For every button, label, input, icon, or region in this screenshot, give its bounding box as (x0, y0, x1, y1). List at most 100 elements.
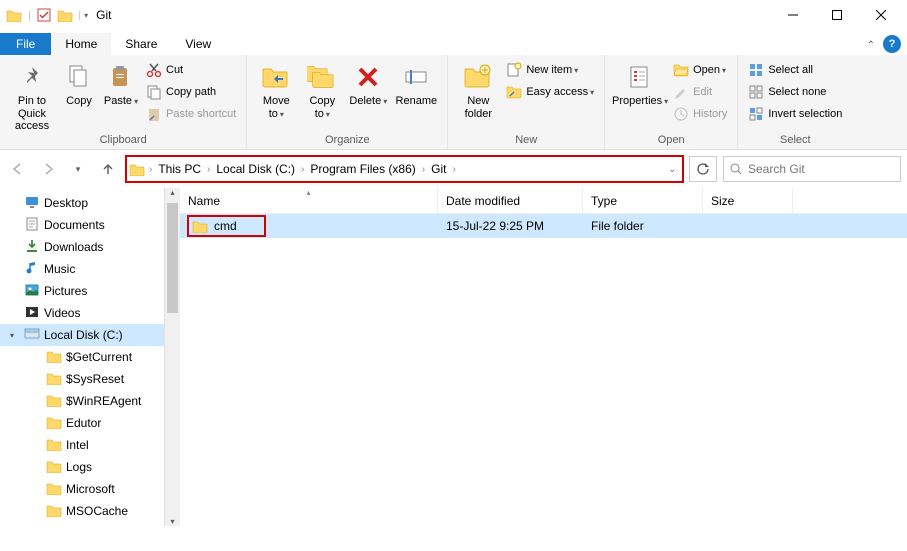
tree-item[interactable]: $GetCurrent (0, 346, 164, 368)
tree-item[interactable]: Desktop (0, 192, 164, 214)
history-button[interactable]: History (669, 103, 731, 125)
new-item-button[interactable]: New item (502, 59, 598, 81)
tree-item[interactable]: Downloads (0, 236, 164, 258)
col-type[interactable]: Type (583, 188, 703, 213)
breadcrumb-sep[interactable]: › (147, 164, 154, 175)
table-row[interactable]: cmd15-Jul-22 9:25 PMFile folder (180, 214, 907, 238)
history-icon (673, 106, 689, 122)
tree-item[interactable]: $SysReset (0, 368, 164, 390)
tree-item-label: Music (44, 262, 75, 276)
tree-item[interactable]: $WinREAgent (0, 390, 164, 412)
nav-forward-button[interactable] (36, 157, 60, 181)
close-button[interactable] (859, 1, 903, 29)
refresh-button[interactable] (689, 156, 717, 182)
maximize-button[interactable] (815, 1, 859, 29)
breadcrumb-sep[interactable]: › (450, 164, 457, 175)
minimize-button[interactable] (771, 1, 815, 29)
nav-up-button[interactable] (96, 157, 120, 181)
copy-path-button[interactable]: Copy path (142, 81, 240, 103)
cell-type: File folder (583, 219, 703, 233)
tree-item-icon (46, 415, 62, 432)
invert-selection-button[interactable]: Invert selection (744, 103, 846, 125)
rename-icon (400, 61, 432, 93)
tree-item-icon (46, 459, 62, 476)
copy-button[interactable]: Copy (58, 57, 100, 108)
tab-share[interactable]: Share (111, 33, 171, 55)
new-folder-button[interactable]: New folder (454, 57, 502, 120)
tab-view[interactable]: View (171, 33, 225, 55)
tree-item[interactable]: Intel (0, 434, 164, 456)
scissors-icon (146, 62, 162, 78)
qat-separator: | (28, 8, 31, 22)
move-to-button[interactable]: Move to (253, 57, 299, 120)
group-label-select: Select (744, 134, 846, 149)
col-size[interactable]: Size (703, 188, 793, 213)
paste-button[interactable]: Paste (100, 57, 142, 108)
breadcrumb-item[interactable]: Local Disk (C:) (212, 157, 299, 181)
cell-name: cmd (214, 219, 237, 233)
tree-item-label: Microsoft (66, 482, 115, 496)
delete-button[interactable]: Delete (345, 57, 391, 108)
copy-to-button[interactable]: Copy to (299, 57, 345, 120)
new-folder-icon (462, 61, 494, 93)
nav-recent-button[interactable]: ▾ (66, 157, 90, 181)
tree-item-icon (46, 393, 62, 410)
search-box[interactable]: Search Git (723, 156, 901, 182)
tree-item[interactable]: ▾Local Disk (C:) (0, 324, 164, 346)
col-name[interactable]: Name (180, 188, 438, 213)
breadcrumb-sep[interactable]: › (299, 164, 306, 175)
nav-back-button[interactable] (6, 157, 30, 181)
qat-folder-icon[interactable] (57, 8, 73, 22)
navigation-tree[interactable]: Desktop Documents Downloads Music Pictures Vi… (0, 188, 164, 526)
easy-access-button[interactable]: Easy access (502, 81, 598, 103)
breadcrumb-item[interactable]: This PC (154, 157, 205, 181)
tree-item-label: Intel (66, 438, 89, 452)
group-label-open: Open (611, 134, 731, 149)
tree-item[interactable]: Pictures (0, 280, 164, 302)
tree-item-icon (24, 304, 40, 323)
col-date[interactable]: Date modified (438, 188, 583, 213)
collapse-ribbon[interactable]: ⌃ (859, 36, 883, 55)
breadcrumb-dropdown[interactable]: ⌄ (662, 164, 682, 175)
rename-button[interactable]: Rename (391, 57, 441, 108)
tree-item-icon (24, 260, 40, 279)
ribbon-group-open: Properties Open Edit History Open (605, 55, 738, 149)
expand-icon[interactable]: ▾ (10, 331, 20, 340)
delete-icon (352, 61, 384, 93)
search-icon (730, 163, 742, 175)
help-button[interactable]: ? (883, 35, 901, 53)
tree-scrollbar[interactable] (164, 188, 180, 526)
group-label-clipboard: Clipboard (6, 134, 240, 149)
breadcrumb-bar[interactable]: › This PC › Local Disk (C:) › Program Fi… (126, 156, 683, 182)
scrollbar-thumb[interactable] (167, 203, 178, 313)
qat-checkbox-icon[interactable] (37, 8, 51, 22)
cut-button[interactable]: Cut (142, 59, 240, 81)
select-all-button[interactable]: Select all (744, 59, 846, 81)
tree-item[interactable]: Edutor (0, 412, 164, 434)
tree-item[interactable]: Microsoft (0, 478, 164, 500)
tree-item[interactable]: MSOCache (0, 500, 164, 522)
select-none-button[interactable]: Select none (744, 81, 846, 103)
breadcrumb-sep[interactable]: › (205, 164, 212, 175)
tree-item-label: Desktop (44, 196, 88, 210)
edit-button[interactable]: Edit (669, 81, 731, 103)
breadcrumb-sep[interactable]: › (420, 164, 427, 175)
ribbon: Pin to Quick access Copy Paste Cut Copy … (0, 55, 907, 150)
tree-item-label: Pictures (44, 284, 87, 298)
open-button[interactable]: Open (669, 59, 731, 81)
breadcrumb-item[interactable]: Program Files (x86) (306, 157, 419, 181)
tab-home[interactable]: Home (51, 33, 111, 55)
properties-button[interactable]: Properties (611, 57, 669, 108)
tree-item-icon (24, 194, 40, 213)
paste-shortcut-button[interactable]: Paste shortcut (142, 103, 240, 125)
breadcrumb-item[interactable]: Git (427, 157, 450, 181)
qat-dropdown[interactable]: ▾ (79, 11, 88, 20)
tab-file[interactable]: File (0, 33, 51, 55)
file-list: Name Date modified Type Size cmd15-Jul-2… (180, 188, 907, 526)
tree-item[interactable]: Music (0, 258, 164, 280)
pin-to-quick-access-button[interactable]: Pin to Quick access (6, 57, 58, 133)
tree-item-label: Documents (44, 218, 105, 232)
tree-item[interactable]: Documents (0, 214, 164, 236)
tree-item[interactable]: Logs (0, 456, 164, 478)
tree-item[interactable]: Videos (0, 302, 164, 324)
